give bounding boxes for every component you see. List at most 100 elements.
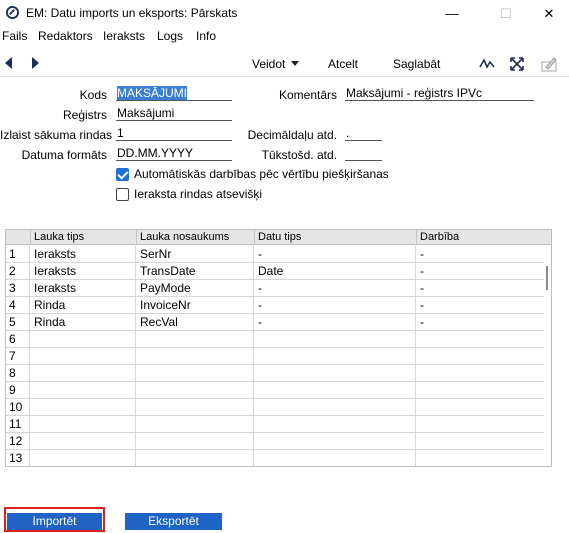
field-type-cell[interactable] xyxy=(30,416,136,433)
menu-fails[interactable]: Fails xyxy=(2,29,27,43)
data-type-cell[interactable] xyxy=(254,348,416,365)
field-name-cell[interactable] xyxy=(136,399,254,416)
auto-actions-checkbox-row[interactable]: Automātiskās darbības pēc vērtību piešķi… xyxy=(116,167,389,181)
data-type-cell[interactable]: - xyxy=(254,246,416,263)
col-header-action[interactable]: Darbība xyxy=(416,230,551,245)
resize-icon[interactable] xyxy=(508,55,526,73)
field-type-cell[interactable]: Ieraksts xyxy=(30,280,136,297)
field-name-cell[interactable]: RecVal xyxy=(136,314,254,331)
table-row[interactable]: 6 xyxy=(6,331,551,348)
col-header-field-type[interactable]: Lauka tips xyxy=(30,230,136,245)
field-name-cell[interactable]: InvoiceNr xyxy=(136,297,254,314)
action-cell[interactable]: - xyxy=(416,314,551,331)
field-type-cell[interactable]: Ieraksts xyxy=(30,246,136,263)
data-type-cell[interactable] xyxy=(254,433,416,450)
arrow-right-icon[interactable] xyxy=(32,57,39,69)
action-cell[interactable] xyxy=(416,433,551,450)
data-type-cell[interactable]: Date xyxy=(254,263,416,280)
save-button[interactable]: Saglabāt xyxy=(393,57,440,71)
vertical-scrollbar[interactable] xyxy=(544,246,551,466)
menu-logs[interactable]: Logs xyxy=(157,29,183,43)
komentars-field[interactable]: Maksājumi - reģistrs IPVc xyxy=(345,86,534,101)
close-button[interactable]: ✕ xyxy=(529,0,569,27)
maximize-button[interactable]: ☐ xyxy=(483,0,529,27)
field-name-cell[interactable] xyxy=(136,365,254,382)
table-row[interactable]: 13 xyxy=(6,450,551,466)
data-type-cell[interactable] xyxy=(254,365,416,382)
data-type-cell[interactable] xyxy=(254,450,416,466)
data-type-cell[interactable]: - xyxy=(254,280,416,297)
field-name-cell[interactable]: SerNr xyxy=(136,246,254,263)
field-name-cell[interactable] xyxy=(136,331,254,348)
menu-ieraksts[interactable]: Ieraksts xyxy=(103,29,145,43)
action-cell[interactable] xyxy=(416,450,551,466)
export-button[interactable]: Eksportēt xyxy=(125,513,222,530)
decimal-field[interactable]: . xyxy=(345,126,382,141)
field-name-cell[interactable] xyxy=(136,416,254,433)
signature-icon[interactable] xyxy=(478,55,496,73)
field-type-cell[interactable]: Rinda xyxy=(30,314,136,331)
izlaist-field[interactable]: 1 xyxy=(116,126,232,141)
field-type-cell[interactable]: Rinda xyxy=(30,297,136,314)
action-cell[interactable] xyxy=(416,416,551,433)
col-header-field-name[interactable]: Lauka nosaukums xyxy=(136,230,254,245)
field-type-cell[interactable] xyxy=(30,399,136,416)
scrollbar-thumb[interactable] xyxy=(546,266,548,290)
field-name-cell[interactable] xyxy=(136,348,254,365)
action-cell[interactable] xyxy=(416,331,551,348)
table-row[interactable]: 2 Ieraksts TransDate Date - xyxy=(6,263,551,280)
field-type-cell[interactable] xyxy=(30,450,136,466)
data-type-cell[interactable]: - xyxy=(254,314,416,331)
action-cell[interactable]: - xyxy=(416,280,551,297)
tukst-field[interactable] xyxy=(345,146,382,161)
kods-field[interactable]: MAKSĀJUMI xyxy=(116,86,232,101)
data-type-cell[interactable] xyxy=(254,416,416,433)
view-dropdown-button[interactable]: Veidot xyxy=(252,57,300,71)
minimize-button[interactable]: — xyxy=(429,0,475,27)
action-cell[interactable]: - xyxy=(416,263,551,280)
table-row[interactable]: 8 xyxy=(6,365,551,382)
action-cell[interactable]: - xyxy=(416,246,551,263)
table-row[interactable]: 10 xyxy=(6,399,551,416)
field-name-cell[interactable] xyxy=(136,382,254,399)
field-type-cell[interactable] xyxy=(30,331,136,348)
field-type-cell[interactable] xyxy=(30,433,136,450)
col-header-data-type[interactable]: Datu tips xyxy=(254,230,416,245)
arrow-left-icon[interactable] xyxy=(5,57,12,69)
table-row[interactable]: 12 xyxy=(6,433,551,450)
field-type-cell[interactable] xyxy=(30,365,136,382)
auto-actions-checkbox[interactable] xyxy=(116,167,129,181)
registrs-field[interactable]: Maksājumi xyxy=(116,106,232,121)
table-row[interactable]: 5 Rinda RecVal - - xyxy=(6,314,551,331)
table-row[interactable]: 7 xyxy=(6,348,551,365)
action-cell[interactable] xyxy=(416,382,551,399)
edit-pencil-icon[interactable] xyxy=(540,55,558,73)
field-name-cell[interactable]: PayMode xyxy=(136,280,254,297)
separate-rows-checkbox[interactable] xyxy=(116,187,129,201)
action-cell[interactable] xyxy=(416,399,551,416)
import-button[interactable]: Importēt xyxy=(7,513,102,530)
data-type-cell[interactable] xyxy=(254,382,416,399)
datuma-field[interactable]: DD.MM.YYYY xyxy=(116,146,232,161)
data-type-cell[interactable] xyxy=(254,399,416,416)
table-row[interactable]: 9 xyxy=(6,382,551,399)
field-name-cell[interactable]: TransDate xyxy=(136,263,254,280)
action-cell[interactable] xyxy=(416,365,551,382)
action-cell[interactable]: - xyxy=(416,297,551,314)
data-type-cell[interactable] xyxy=(254,331,416,348)
action-cell[interactable] xyxy=(416,348,551,365)
table-row[interactable]: 4 Rinda InvoiceNr - - xyxy=(6,297,551,314)
data-type-cell[interactable]: - xyxy=(254,297,416,314)
field-type-cell[interactable] xyxy=(30,348,136,365)
separate-rows-checkbox-row[interactable]: Ieraksta rindas atsevišķi xyxy=(116,187,262,201)
field-type-cell[interactable] xyxy=(30,382,136,399)
cancel-button[interactable]: Atcelt xyxy=(328,57,358,71)
field-name-cell[interactable] xyxy=(136,450,254,466)
field-type-cell[interactable]: Ieraksts xyxy=(30,263,136,280)
menu-info[interactable]: Info xyxy=(196,29,216,43)
table-row[interactable]: 1 Ieraksts SerNr - - xyxy=(6,246,551,263)
table-row[interactable]: 3 Ieraksts PayMode - - xyxy=(6,280,551,297)
field-name-cell[interactable] xyxy=(136,433,254,450)
table-row[interactable]: 11 xyxy=(6,416,551,433)
menu-redaktors[interactable]: Redaktors xyxy=(38,29,93,43)
